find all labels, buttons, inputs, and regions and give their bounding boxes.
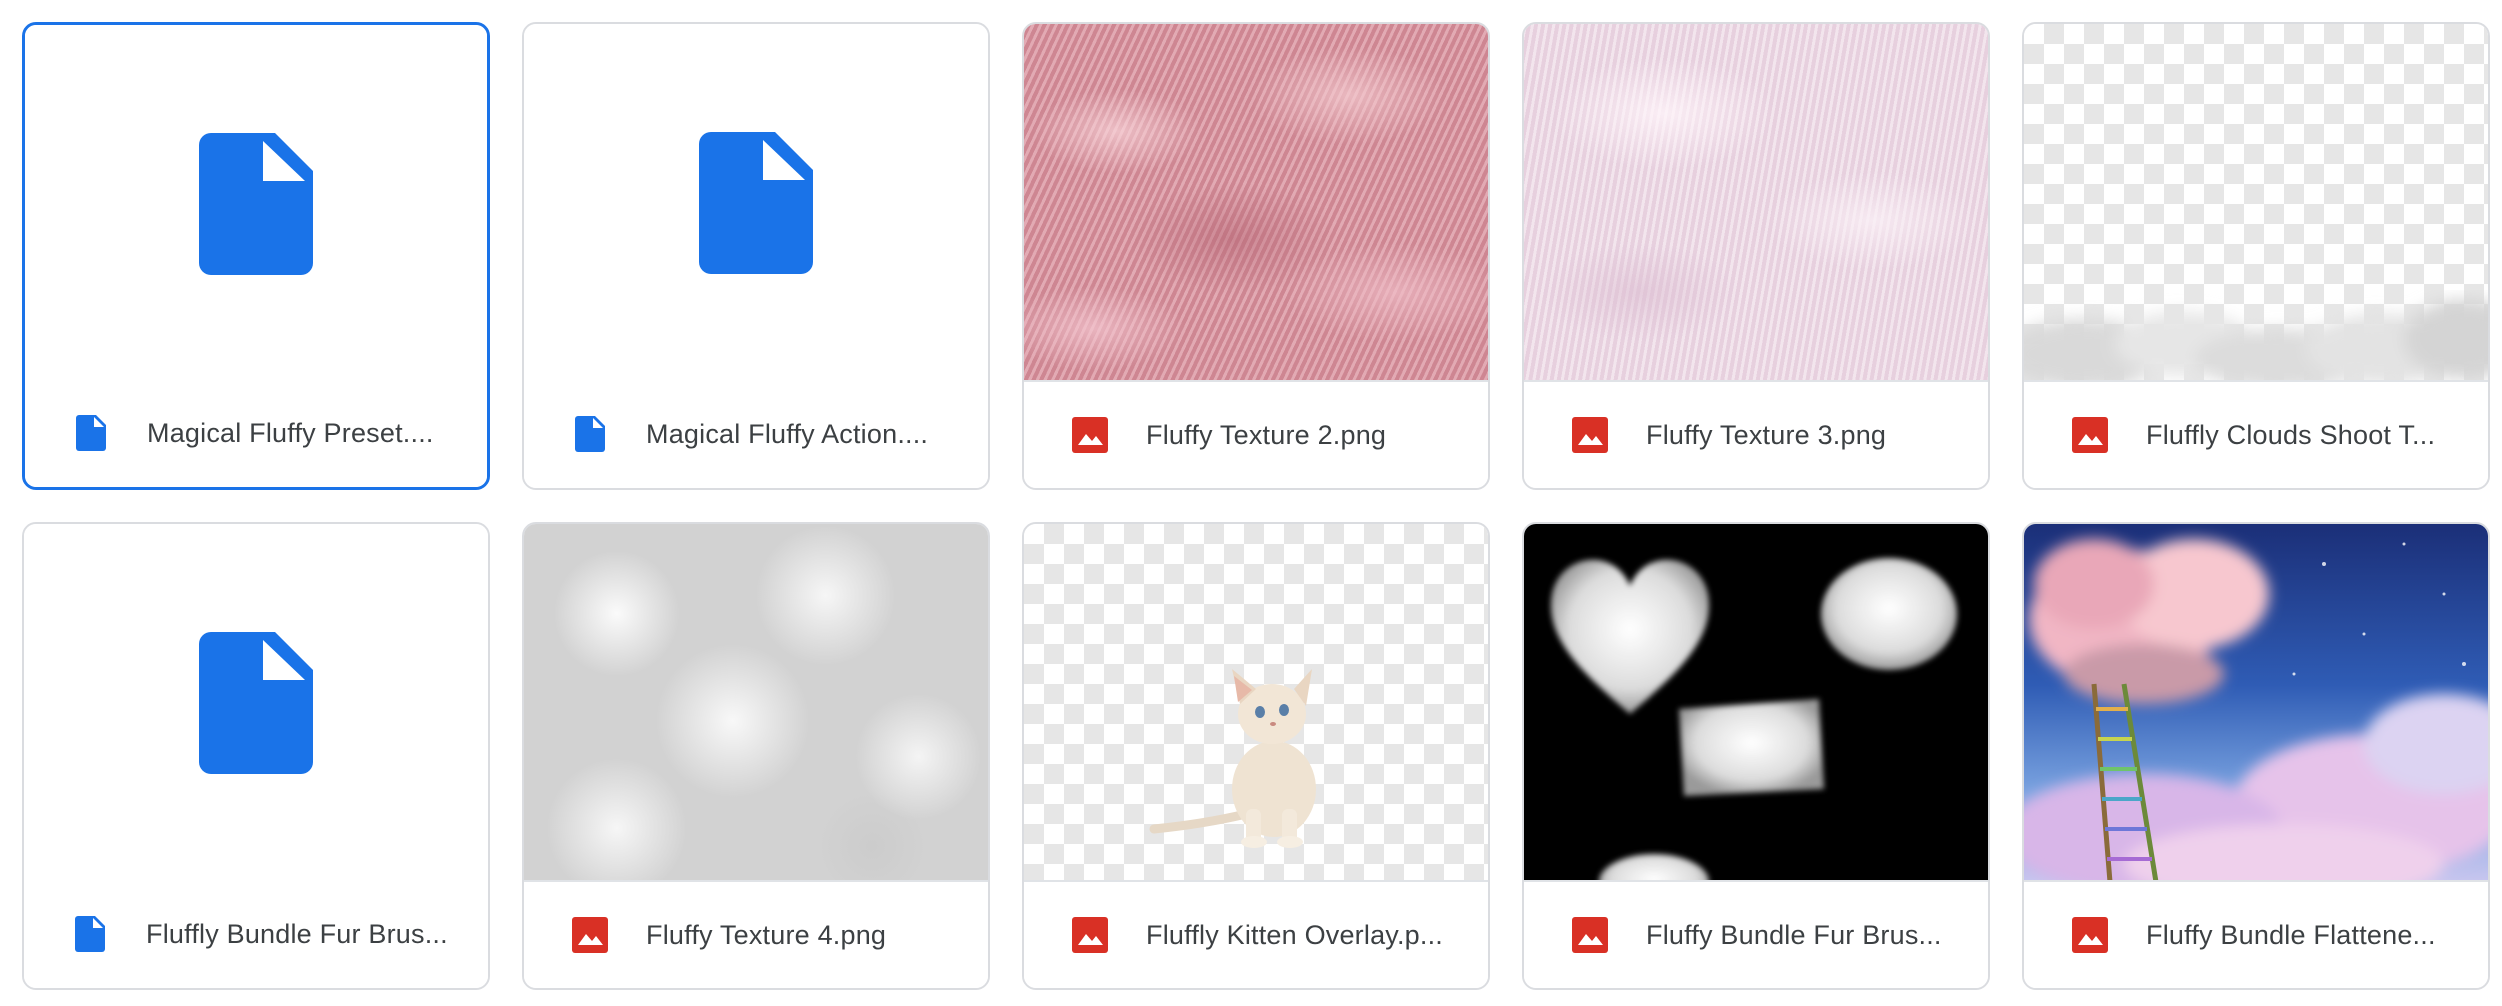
pink-fur-thumbnail: [1024, 24, 1488, 382]
file-footer: Fluffy Texture 4.png: [524, 880, 988, 988]
file-card-fluffy-texture-2[interactable]: Fluffy Texture 2.png: [1022, 22, 1490, 490]
image-icon: [570, 915, 610, 955]
file-card-magical-fluffy-action[interactable]: Magical Fluffy Action....: [522, 22, 990, 490]
file-card-magical-fluffy-preset[interactable]: Magical Fluffy Preset....: [22, 22, 490, 490]
file-name: Magical Fluffy Preset....: [147, 417, 434, 448]
file-footer: Magical Fluffy Preset....: [25, 379, 487, 487]
white-cotton-thumbnail: [524, 524, 988, 882]
image-icon: [2070, 415, 2110, 455]
document-icon: [71, 413, 111, 453]
file-card-fluffly-clouds-shoot[interactable]: Fluffly Clouds Shoot T...: [2022, 22, 2490, 490]
file-footer: Fluffy Texture 3.png: [1524, 380, 1988, 488]
transparent-clouds-thumbnail: [2024, 24, 2488, 382]
file-footer: Fluffy Bundle Flattene...: [2024, 880, 2488, 988]
image-icon: [1070, 915, 1110, 955]
image-icon: [1570, 415, 1610, 455]
file-name: Fluffy Texture 2.png: [1146, 419, 1387, 450]
file-card-fluffy-texture-3[interactable]: Fluffy Texture 3.png: [1522, 22, 1990, 490]
file-footer: Fluffly Clouds Shoot T...: [2024, 380, 2488, 488]
file-footer: Fluffy Bundle Fur Brus...: [1524, 880, 1988, 988]
file-name: Fluffy Bundle Fur Brus...: [1646, 919, 1942, 950]
file-thumbnail: [25, 25, 487, 383]
file-card-fluffly-kitten-overlay[interactable]: Fluffly Kitten Overlay.p...: [1022, 522, 1490, 990]
document-icon: [70, 914, 110, 954]
file-grid: Magical Fluffy Preset.... Magical Fluffy…: [22, 22, 2490, 990]
cloud-ladder-thumbnail: [2024, 524, 2488, 882]
file-footer: Fluffly Bundle Fur Brus...: [24, 880, 488, 988]
file-footer: Fluffly Kitten Overlay.p...: [1024, 880, 1488, 988]
kitten-thumbnail: [1024, 524, 1488, 882]
image-icon: [1070, 415, 1110, 455]
light-pink-fur-thumbnail: [1524, 24, 1988, 382]
file-name: Fluffy Texture 3.png: [1646, 419, 1887, 450]
image-icon: [2070, 915, 2110, 955]
file-card-fluffy-texture-4[interactable]: Fluffy Texture 4.png: [522, 522, 990, 990]
document-icon: [699, 132, 813, 274]
file-footer: Fluffy Texture 2.png: [1024, 380, 1488, 488]
image-icon: [1570, 915, 1610, 955]
file-name: Fluffly Kitten Overlay.p...: [1146, 919, 1444, 950]
file-name: Fluffy Texture 4.png: [646, 919, 887, 950]
file-thumbnail: [24, 524, 488, 882]
document-icon: [199, 632, 313, 774]
document-icon: [199, 133, 313, 275]
file-card-fluffy-bundle-fur-brushes-image[interactable]: Fluffy Bundle Fur Brus...: [1522, 522, 1990, 990]
fur-brushes-thumbnail: [1524, 524, 1988, 882]
file-card-fluffy-bundle-flattened[interactable]: Fluffy Bundle Flattene...: [2022, 522, 2490, 990]
file-name: Fluffly Clouds Shoot T...: [2146, 419, 2436, 450]
file-name: Magical Fluffy Action....: [646, 418, 929, 449]
file-name: Fluffly Bundle Fur Brus...: [146, 918, 448, 949]
file-footer: Magical Fluffy Action....: [524, 380, 988, 488]
file-card-fluffly-bundle-fur-brushes-doc[interactable]: Fluffly Bundle Fur Brus...: [22, 522, 490, 990]
file-thumbnail: [524, 24, 988, 382]
file-name: Fluffy Bundle Flattene...: [2146, 919, 2436, 950]
document-icon: [570, 414, 610, 454]
